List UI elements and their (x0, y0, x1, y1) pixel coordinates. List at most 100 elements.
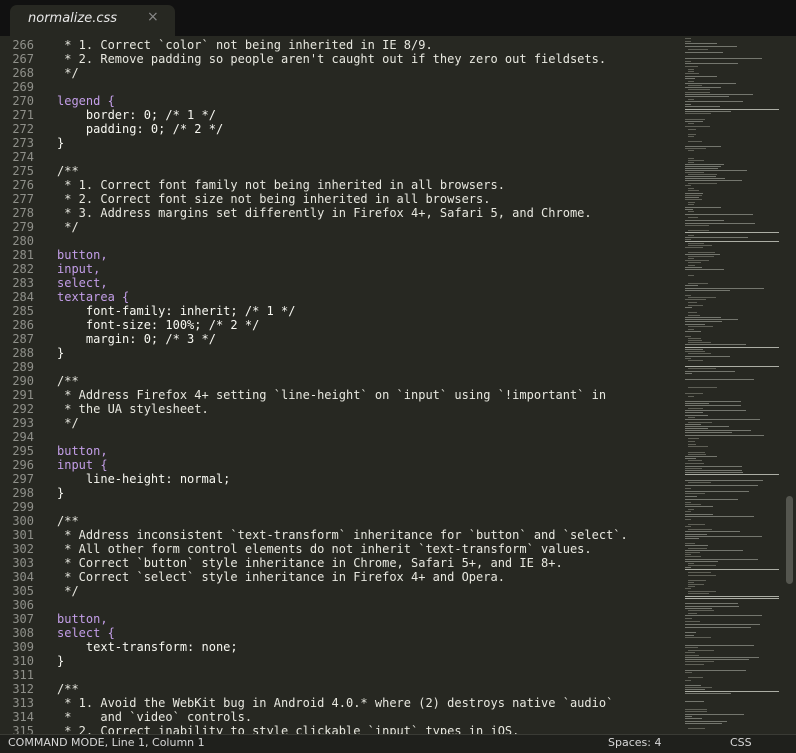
minimap-line (685, 290, 730, 291)
code-line[interactable]: 283 select, (0, 276, 680, 290)
code-line[interactable]: 289 (0, 360, 680, 374)
minimap-line (685, 531, 740, 532)
scrollbar-thumb[interactable] (786, 496, 793, 584)
code-line[interactable]: 284 textarea { (0, 290, 680, 304)
code-line[interactable]: 285 font-family: inherit; /* 1 */ (0, 304, 680, 318)
line-text: font-family: inherit; /* 1 */ (57, 304, 296, 318)
close-icon[interactable]: × (147, 9, 159, 25)
line-number: 285 (12, 304, 34, 318)
tab-bar: normalize.css × (0, 0, 796, 36)
syntax-selector[interactable]: CSS (730, 736, 752, 749)
line-text: button, (57, 248, 108, 262)
line-number: 312 (12, 682, 34, 696)
code-line[interactable]: 311 (0, 668, 680, 682)
minimap-line (685, 466, 742, 467)
minimap-line (688, 452, 705, 453)
minimap[interactable] (684, 36, 782, 734)
code-line[interactable]: 297 line-height: normal; (0, 472, 680, 486)
code-line[interactable]: 280 (0, 234, 680, 248)
vertical-scrollbar[interactable] (784, 36, 796, 734)
minimap-line (685, 295, 691, 296)
minimap-line (688, 396, 694, 397)
code-line[interactable]: 315 * 2. Correct inability to style clic… (0, 724, 680, 734)
code-line[interactable]: 278 * 3. Address margins set differently… (0, 206, 680, 220)
minimap-line (688, 387, 717, 388)
code-line[interactable]: 273} (0, 136, 680, 150)
line-number: 300 (12, 514, 34, 528)
code-line[interactable]: 269 (0, 80, 680, 94)
code-line[interactable]: 303 * Correct `button` style inheritance… (0, 556, 680, 570)
code-line[interactable]: 292 * the UA stylesheet. (0, 402, 680, 416)
minimap-line (688, 297, 716, 298)
code-line[interactable]: 307 button, (0, 612, 680, 626)
code-line[interactable]: 291 * Address Firefox 4+ setting `line-h… (0, 388, 680, 402)
minimap-line (688, 123, 694, 124)
code-line[interactable]: 296 input { (0, 458, 680, 472)
code-line[interactable]: 274 (0, 150, 680, 164)
minimap-line (688, 677, 703, 678)
minimap-line (685, 41, 691, 42)
minimap-line (688, 190, 699, 191)
code-line[interactable]: 279 */ (0, 220, 680, 234)
code-editor[interactable]: 266 * 1. Correct `color` not being inher… (0, 38, 680, 734)
code-line[interactable]: 310} (0, 654, 680, 668)
code-line[interactable]: 306 (0, 598, 680, 612)
code-line[interactable]: 290 /** (0, 374, 680, 388)
minimap-line (685, 655, 699, 656)
tab-normalize-css[interactable]: normalize.css × (10, 5, 175, 36)
minimap-line (688, 650, 714, 651)
line-number: 308 (12, 626, 34, 640)
minimap-line (685, 214, 753, 215)
line-text: /** (57, 164, 79, 178)
line-text: * Address inconsistent `text-transform` … (57, 528, 628, 542)
code-line[interactable]: 295 button, (0, 444, 680, 458)
code-line[interactable]: 304 * Correct `select` style inheritance… (0, 570, 680, 584)
minimap-line (685, 635, 694, 636)
code-line[interactable]: 313 * 1. Avoid the WebKit bug in Android… (0, 696, 680, 710)
minimap-line (685, 356, 730, 357)
code-line[interactable]: 293 */ (0, 416, 680, 430)
code-line[interactable]: 300 /** (0, 514, 680, 528)
code-line[interactable]: 286 font-size: 100%; /* 2 */ (0, 318, 680, 332)
minimap-line (685, 412, 703, 413)
line-number: 288 (12, 346, 34, 360)
code-line[interactable]: 308 select { (0, 626, 680, 640)
code-line[interactable]: 275 /** (0, 164, 680, 178)
code-line[interactable]: 270 legend { (0, 94, 680, 108)
code-line[interactable]: 277 * 2. Correct font size not being inh… (0, 192, 680, 206)
minimap-line (685, 637, 711, 638)
code-line[interactable]: 301 * Address inconsistent `text-transfo… (0, 528, 680, 542)
indentation-selector[interactable]: Spaces: 4 (608, 736, 661, 749)
code-line[interactable]: 276 * 1. Correct font family not being i… (0, 178, 680, 192)
line-text: * All other form control elements do not… (57, 542, 592, 556)
code-line[interactable]: 309 text-transform: none; (0, 640, 680, 654)
minimap-line (685, 463, 704, 464)
minimap-line (688, 183, 717, 184)
code-line[interactable]: 294 (0, 430, 680, 444)
code-line[interactable]: 299 (0, 500, 680, 514)
minimap-line (685, 514, 713, 515)
code-line[interactable]: 288} (0, 346, 680, 360)
code-line[interactable]: 267 * 2. Remove padding so people aren't… (0, 52, 680, 66)
code-line[interactable]: 271 border: 0; /* 1 */ (0, 108, 680, 122)
line-number: 299 (12, 500, 34, 514)
line-text: */ (57, 66, 79, 80)
code-line[interactable]: 312 /** (0, 682, 680, 696)
code-line[interactable]: 282 input, (0, 262, 680, 276)
code-line[interactable]: 268 */ (0, 66, 680, 80)
line-text: select, (57, 276, 108, 290)
code-line[interactable]: 302 * All other form control elements do… (0, 542, 680, 556)
code-line[interactable]: 287 margin: 0; /* 3 */ (0, 332, 680, 346)
minimap-line (685, 721, 727, 722)
minimap-line (685, 285, 698, 286)
minimap-line (685, 516, 754, 517)
code-line[interactable]: 305 */ (0, 584, 680, 598)
line-number: 294 (12, 430, 34, 444)
code-line[interactable]: 281 button, (0, 248, 680, 262)
minimap-line (688, 243, 704, 244)
code-line[interactable]: 314 * and `video` controls. (0, 710, 680, 724)
code-line[interactable]: 298} (0, 486, 680, 500)
tab-title[interactable]: normalize.css (28, 11, 117, 26)
code-line[interactable]: 266 * 1. Correct `color` not being inher… (0, 38, 680, 52)
code-line[interactable]: 272 padding: 0; /* 2 */ (0, 122, 680, 136)
